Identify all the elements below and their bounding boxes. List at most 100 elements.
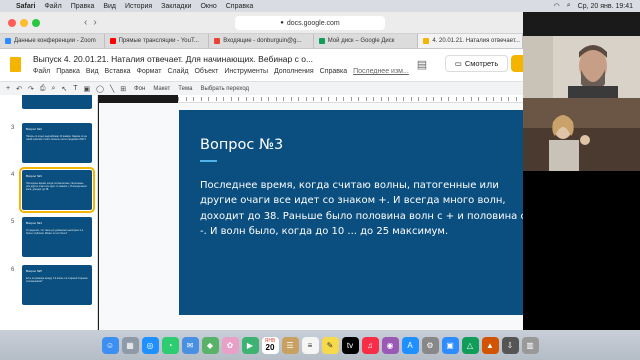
ruler-tick <box>380 97 382 101</box>
print-icon[interactable]: ⎙ <box>40 85 46 93</box>
filmstrip-item[interactable]: 5 Вопрос №4 О пределах, что такое до уро… <box>0 217 97 265</box>
zoom-app-icon[interactable]: ▣ <box>441 336 459 354</box>
ruler-tick <box>403 97 404 101</box>
browser-tabs: Данные конференции - Zoom Прямые трансля… <box>0 34 523 49</box>
slide-thumbnail[interactable]: Вопрос №5 Есть ли разница между 1-й волн… <box>22 265 92 305</box>
slides-logo-icon[interactable] <box>10 57 21 72</box>
menu-item-history[interactable]: История <box>125 3 152 10</box>
menu-item-help[interactable]: Справка <box>226 3 253 10</box>
tab-youtube[interactable]: Прямые трансляции - YouT... <box>105 34 210 48</box>
doc-menu-format[interactable]: Формат <box>137 68 162 75</box>
new-slide-icon[interactable]: + <box>6 85 10 92</box>
calendar-icon[interactable]: ЯНВ 20 <box>261 336 279 354</box>
mail-icon[interactable]: ✉ <box>181 336 199 354</box>
menu-item-bookmarks[interactable]: Закладки <box>161 3 191 10</box>
podcasts-icon[interactable]: ◉ <box>381 336 399 354</box>
settings-icon[interactable]: ⚙ <box>421 336 439 354</box>
filmstrip-item[interactable]: 6 Вопрос №5 Есть ли разница между 1-й во… <box>0 265 97 313</box>
photos-icon[interactable]: ✿ <box>221 336 239 354</box>
safari-icon[interactable]: ◎ <box>141 336 159 354</box>
present-button[interactable]: ▭ Смотреть <box>445 55 508 72</box>
slide-thumbnail[interactable]: Вопрос №4 О пределах, что такое до уровн… <box>22 217 92 257</box>
slide-number: 5 <box>11 219 15 225</box>
launchpad-icon[interactable]: ▦ <box>121 336 139 354</box>
lock-icon: ● <box>280 20 284 26</box>
slide-thumbnail[interactable]: Вопрос №2 Начать ли отдел над вебинар 10… <box>22 123 92 163</box>
undo-icon[interactable]: ↶ <box>16 85 22 93</box>
doc-menu-file[interactable]: Файл <box>33 68 50 75</box>
slides-favicon-icon <box>423 38 430 44</box>
webcam-feed-presenter <box>523 36 640 98</box>
comments-icon[interactable]: ▤ <box>412 54 432 74</box>
doc-menu-tools[interactable]: Инструменты <box>224 68 268 75</box>
zoom-window-icon[interactable] <box>32 18 40 27</box>
keynote-icon[interactable]: ▲ <box>481 336 499 354</box>
slide-thumbnail[interactable] <box>22 95 92 109</box>
shape-icon[interactable]: ◯ <box>96 85 104 93</box>
reminders-icon[interactable]: ≡ <box>301 336 319 354</box>
minimize-window-icon[interactable] <box>20 18 28 27</box>
current-slide[interactable]: Вопрос №3 Последнее время, когда считаю … <box>179 110 543 315</box>
doc-menu-help[interactable]: Справка <box>320 68 347 75</box>
doc-menu-object[interactable]: Объект <box>194 68 218 75</box>
doc-title[interactable]: Выпуск 4. 20.01.21. Наталия отвечает. Дл… <box>33 54 313 64</box>
doc-menu-addons[interactable]: Дополнения <box>274 68 314 75</box>
layout-button[interactable]: Макет <box>153 86 170 92</box>
menu-item-view[interactable]: Вид <box>103 3 116 10</box>
facetime-icon[interactable]: ▶ <box>241 336 259 354</box>
textbox-icon[interactable]: T <box>73 85 77 92</box>
appstore-icon[interactable]: A <box>401 336 419 354</box>
ruler-tick <box>485 97 487 101</box>
menu-item-file[interactable]: Файл <box>44 3 61 10</box>
tab-slides[interactable]: 4. 20.01.21. Наталия отвечает... <box>418 34 523 48</box>
filmstrip-item[interactable]: 3 Вопрос №2 Начать ли отдел над вебинар … <box>0 123 97 171</box>
transition-button[interactable]: Выбрать переход <box>200 86 249 92</box>
share-button[interactable] <box>511 55 523 72</box>
downloads-folder-icon[interactable]: ⇩ <box>501 336 519 354</box>
image-icon[interactable]: ▣ <box>84 85 91 93</box>
datetime[interactable]: Ср, 20 янв. 19:41 <box>578 3 633 10</box>
doc-menu-slide[interactable]: Слайд <box>167 68 188 75</box>
gmail-favicon-icon <box>214 38 221 44</box>
ruler-tick <box>298 97 299 101</box>
drive-app-icon[interactable]: △ <box>461 336 479 354</box>
tab-zoom[interactable]: Данные конференции - Zoom <box>0 34 105 48</box>
music-icon[interactable]: ♫ <box>361 336 379 354</box>
slide-title[interactable]: Вопрос №3 <box>200 137 283 153</box>
theme-button[interactable]: Тема <box>178 86 192 92</box>
search-icon[interactable]: ⌕ <box>567 2 571 10</box>
tab-drive[interactable]: Мой диск – Google Диск <box>314 34 419 48</box>
filmstrip-item[interactable] <box>0 95 97 117</box>
trash-icon[interactable]: ▥ <box>521 336 539 354</box>
finder-icon[interactable]: ☺ <box>101 336 119 354</box>
notes-icon[interactable]: ✎ <box>321 336 339 354</box>
ruler-tick <box>433 97 434 101</box>
doc-menu-view[interactable]: Вид <box>86 68 99 75</box>
slide-body[interactable]: Последнее время, когда считаю волны, пат… <box>200 178 530 240</box>
zoom-icon[interactable]: ⌕ <box>51 85 55 93</box>
tab-gmail[interactable]: Входящие - donburguin@g... <box>209 34 314 48</box>
background-button[interactable]: Фон <box>134 86 145 92</box>
doc-menu-edit[interactable]: Правка <box>56 68 80 75</box>
back-forward-icons[interactable]: ‹› <box>84 17 103 28</box>
maps-icon[interactable]: ◆ <box>201 336 219 354</box>
appletv-icon[interactable]: tv <box>341 336 359 354</box>
messages-icon[interactable]: ◔ <box>161 336 179 354</box>
menu-item-window[interactable]: Окно <box>200 3 216 10</box>
contacts-icon[interactable]: ☰ <box>281 336 299 354</box>
address-bar[interactable]: ● docs.google.com <box>235 16 385 30</box>
ruler-tick <box>290 97 292 101</box>
slide-thumbnail-selected[interactable]: Вопрос №3 Последнее время, когда считаю … <box>19 167 95 213</box>
menu-item-edit[interactable]: Правка <box>71 3 95 10</box>
last-edit-link[interactable]: Последнее изм... <box>353 68 409 75</box>
filmstrip-item[interactable]: 4 Вопрос №3 Последнее время, когда счита… <box>0 167 97 218</box>
doc-menu-insert[interactable]: Вставка <box>105 68 131 75</box>
select-icon[interactable]: ↖ <box>61 85 67 93</box>
wifi-icon[interactable]: ◠ <box>554 2 560 10</box>
comment-icon[interactable]: ⊞ <box>120 85 126 93</box>
close-window-icon[interactable] <box>8 18 16 27</box>
slide-number: 3 <box>11 125 15 131</box>
app-name[interactable]: Safari <box>16 3 35 10</box>
line-icon[interactable]: ╲ <box>110 85 114 93</box>
redo-icon[interactable]: ↷ <box>28 85 34 93</box>
